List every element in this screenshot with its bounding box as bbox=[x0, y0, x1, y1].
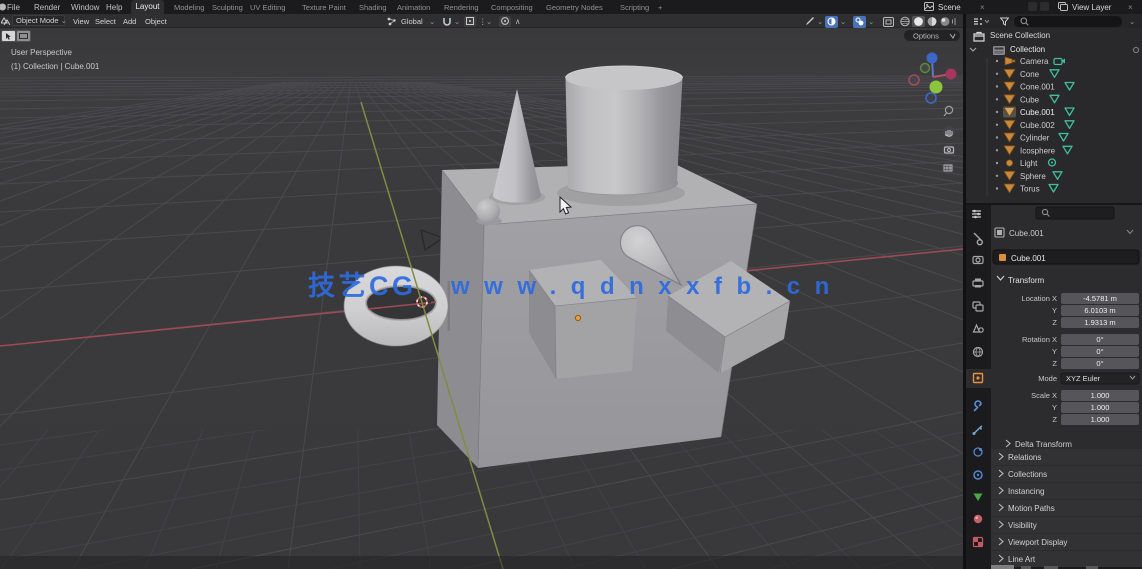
svg-text:Cube.001: Cube.001 bbox=[1011, 254, 1046, 263]
svg-text:Cone.001: Cone.001 bbox=[1020, 83, 1055, 92]
svg-text:Transform: Transform bbox=[1008, 276, 1044, 285]
svg-text:Viewport Display: Viewport Display bbox=[1008, 538, 1067, 547]
svg-text:1.000: 1.000 bbox=[1091, 391, 1110, 400]
svg-text:Collections: Collections bbox=[1008, 470, 1047, 479]
svg-text:0°: 0° bbox=[1096, 335, 1103, 344]
svg-text:Location X: Location X bbox=[1022, 294, 1057, 303]
svg-text:Cone: Cone bbox=[1020, 70, 1040, 79]
svg-text:0°: 0° bbox=[1096, 347, 1103, 356]
svg-text:Instancing: Instancing bbox=[1008, 487, 1044, 496]
svg-text:1.000: 1.000 bbox=[1091, 415, 1110, 424]
svg-text:Rotation X: Rotation X bbox=[1022, 335, 1057, 344]
svg-text:Cylinder: Cylinder bbox=[1020, 134, 1050, 143]
svg-text:(1) Collection | Cube.001: (1) Collection | Cube.001 bbox=[11, 62, 100, 71]
svg-text:Light: Light bbox=[1020, 159, 1038, 168]
svg-text:1.000: 1.000 bbox=[1091, 403, 1110, 412]
svg-text:Mode: Mode bbox=[1038, 374, 1057, 383]
svg-text:Y: Y bbox=[1052, 306, 1057, 315]
svg-text:0°: 0° bbox=[1096, 359, 1103, 368]
svg-text:Cube: Cube bbox=[1020, 95, 1040, 104]
svg-text:Visibility: Visibility bbox=[1008, 521, 1037, 530]
svg-text:Y: Y bbox=[1052, 403, 1057, 412]
svg-text:Z: Z bbox=[1052, 318, 1057, 327]
svg-text:Cube.002: Cube.002 bbox=[1020, 121, 1055, 130]
svg-text:Scale X: Scale X bbox=[1031, 391, 1057, 400]
svg-text:Relations: Relations bbox=[1008, 453, 1041, 462]
svg-text:Z: Z bbox=[1052, 415, 1057, 424]
svg-text:Y: Y bbox=[1052, 347, 1057, 356]
svg-text:Line Art: Line Art bbox=[1008, 555, 1036, 564]
svg-text:Cube.001: Cube.001 bbox=[1009, 229, 1044, 238]
svg-text:User Perspective: User Perspective bbox=[11, 48, 72, 57]
svg-text:Motion Paths: Motion Paths bbox=[1008, 504, 1055, 513]
svg-text:Cube.001: Cube.001 bbox=[1020, 108, 1055, 117]
svg-text:-4.5781 m: -4.5781 m bbox=[1083, 294, 1117, 303]
svg-text:1.9313 m: 1.9313 m bbox=[1084, 318, 1115, 327]
svg-text:Torus: Torus bbox=[1020, 185, 1040, 194]
svg-text:Sphere: Sphere bbox=[1020, 172, 1046, 181]
svg-text:XYZ Euler: XYZ Euler bbox=[1066, 374, 1101, 383]
svg-text:技艺CG: 技艺CG bbox=[308, 271, 417, 301]
svg-text:Icosphere: Icosphere bbox=[1020, 146, 1056, 155]
svg-text:www.qdnxxfb.cn: www.qdnxxfb.cn bbox=[450, 273, 844, 300]
svg-text:Delta Transform: Delta Transform bbox=[1015, 440, 1072, 449]
svg-text:Camera: Camera bbox=[1020, 57, 1049, 66]
svg-text:Options: Options bbox=[913, 32, 939, 41]
svg-text:6.0103 m: 6.0103 m bbox=[1084, 306, 1115, 315]
svg-text:Z: Z bbox=[1052, 359, 1057, 368]
